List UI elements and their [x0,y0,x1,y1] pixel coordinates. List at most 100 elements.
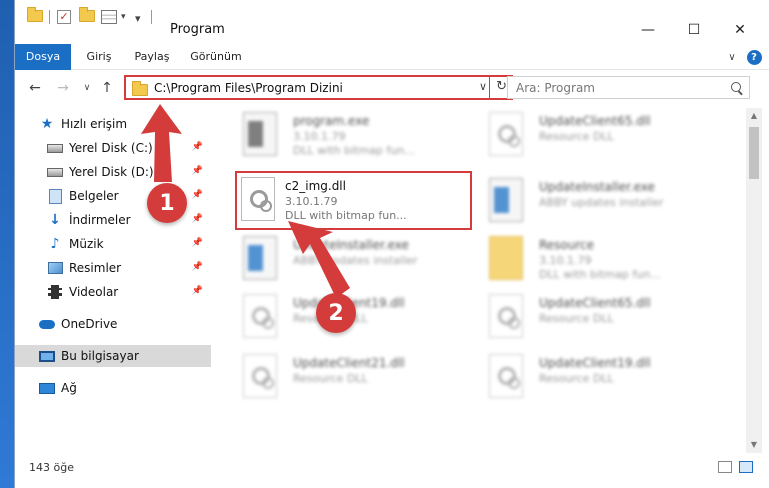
dll-icon [489,294,523,338]
search-icon[interactable] [731,82,741,92]
file-name: UpdateInstaller.exe [293,238,409,252]
tab-giris[interactable]: Giriş [79,44,119,70]
properties-icon[interactable] [101,10,117,24]
dll-icon [489,112,523,156]
pictures-icon [47,261,63,275]
callout-1: 1 [147,183,187,223]
exe-icon [243,236,277,280]
videos-icon [47,285,63,299]
status-bar: 143 öğe [15,456,769,480]
address-path[interactable]: C:\Program Files\Program Dizini [154,81,343,95]
file-item-updateinstaller[interactable]: UpdateInstaller.exe ABBY updates install… [483,174,715,230]
refresh-icon[interactable]: ↻ [496,79,507,94]
onedrive-icon [39,317,55,331]
tab-gorunum[interactable]: Görünüm [185,44,247,70]
details-view-icon[interactable] [718,461,732,473]
file-item-resource[interactable]: Resource 3.10.1.79 DLL with bitmap fun..… [483,232,715,288]
sidebar-item-disk-d[interactable]: Yerel Disk (D:) 📌 [15,161,211,183]
sidebar-item-disk-c[interactable]: Yerel Disk (C:) 📌 [15,137,211,159]
chevron-down-icon[interactable]: ∨ [479,80,487,93]
scroll-up-icon[interactable]: ▲ [746,108,762,124]
file-description: DLL with bitmap fun... [539,268,661,281]
large-icons-view-icon[interactable] [739,461,753,473]
scroll-down-icon[interactable]: ▼ [746,437,762,453]
chevron-down-icon[interactable]: ▾ [121,12,126,22]
sidebar-item-network[interactable]: Ağ [15,377,211,399]
pin-icon[interactable]: 📌 [192,142,203,152]
sidebar-item-label: OneDrive [61,317,118,331]
help-icon[interactable]: ? [745,48,763,66]
file-description: DLL with bitmap fun... [293,144,415,157]
sidebar-item-this-pc[interactable]: Bu bilgisayar [15,345,211,367]
tab-dosya[interactable]: Dosya [15,44,71,70]
properties-check-icon[interactable]: ✓ [57,10,71,24]
sidebar-item-videos[interactable]: Videolar 📌 [15,281,211,303]
callout-2: 2 [316,293,356,333]
file-item-updateclient65[interactable]: UpdateClient65.dll Resource DLL [483,290,715,346]
pin-icon[interactable]: 📌 [192,166,203,176]
sidebar-item-music[interactable]: ♪ Müzik 📌 [15,233,211,255]
separator [489,77,490,98]
file-description: Resource DLL [539,372,614,385]
search-input[interactable]: Ara: Program [516,81,595,95]
pin-icon[interactable]: 📌 [192,286,203,296]
up-button[interactable]: ↑ [97,79,117,97]
window-title: Program [170,22,225,37]
navigation-bar: ← → ∨ ↑ C:\Program Files\Program Dizini … [15,71,769,105]
file-description: DLL with bitmap fun... [285,209,407,222]
pin-icon[interactable]: 📌 [192,214,203,224]
documents-icon [47,188,63,204]
forward-button[interactable]: → [53,79,73,97]
file-name: UpdateClient65.dll [539,296,651,310]
file-name: UpdateClient65.dll [539,114,651,128]
sidebar-item-label: Yerel Disk (D:) [69,165,154,179]
back-button[interactable]: ← [25,79,45,97]
file-version: 3.10.1.79 [539,254,592,267]
search-box[interactable]: Ara: Program [507,76,750,99]
file-name: UpdateClient21.dll [293,356,405,370]
network-icon [39,381,55,395]
minimize-button[interactable]: — [625,17,671,43]
expand-ribbon-icon[interactable]: ∨ [723,48,741,66]
file-item-program-exe[interactable]: program.exe 3.10.1.79 DLL with bitmap fu… [237,108,469,164]
address-bar[interactable]: C:\Program Files\Program Dizini ∨ ↻ [124,75,513,100]
explorer-window: ✓ ▾ ▾ Program — ☐ ✕ Dosya Giriş Paylaş G… [14,0,769,488]
sidebar-item-pictures[interactable]: Resimler 📌 [15,257,211,279]
sidebar-item-label: Videolar [69,285,119,299]
separator [151,10,152,24]
recent-locations-icon[interactable]: ∨ [77,79,97,97]
file-name: UpdateClient19.dll [539,356,651,370]
close-button[interactable]: ✕ [717,17,763,43]
file-description: Resource DLL [293,372,368,385]
scroll-thumb[interactable] [749,127,759,179]
navigation-pane: ★ Hızlı erişim Yerel Disk (C:) 📌 Yerel D… [15,108,211,448]
file-item-updateclient21[interactable]: UpdateClient21.dll Resource DLL [237,350,469,406]
folder-icon[interactable] [27,7,43,22]
sidebar-item-onedrive[interactable]: OneDrive [15,313,211,335]
pin-icon[interactable]: 📌 [192,262,203,272]
customize-toolbar-icon[interactable]: ▾ [135,12,141,25]
new-folder-icon[interactable] [79,7,95,22]
disk-icon [47,141,63,155]
maximize-button[interactable]: ☐ [671,17,717,43]
dll-icon [243,294,277,338]
file-list: program.exe 3.10.1.79 DLL with bitmap fu… [215,108,745,448]
vertical-scrollbar[interactable]: ▲ ▼ [746,108,762,453]
file-item-updateclient65[interactable]: UpdateClient65.dll Resource DLL [483,108,715,164]
dll-icon [241,177,275,221]
sidebar-item-label: Bu bilgisayar [61,349,139,363]
exe-icon [243,112,277,156]
file-version: 3.10.1.79 [293,130,346,143]
pin-icon[interactable]: 📌 [192,238,203,248]
separator [49,10,50,24]
sidebar-item-label: Ağ [61,381,77,395]
file-item-updateinstaller[interactable]: UpdateInstaller.exe ABBY updates install… [237,232,469,288]
file-item-updateclient19[interactable]: UpdateClient19.dll Resource DLL [483,350,715,406]
sidebar-item-quick-access[interactable]: ★ Hızlı erişim [15,113,211,135]
file-name: UpdateInstaller.exe [539,180,655,194]
folder-icon [489,236,523,280]
tab-paylas[interactable]: Paylaş [127,44,177,70]
file-item-c2-img-dll[interactable]: c2_img.dll 3.10.1.79 DLL with bitmap fun… [235,171,472,230]
pin-icon[interactable]: 📌 [192,190,203,200]
folder-icon [132,81,148,96]
